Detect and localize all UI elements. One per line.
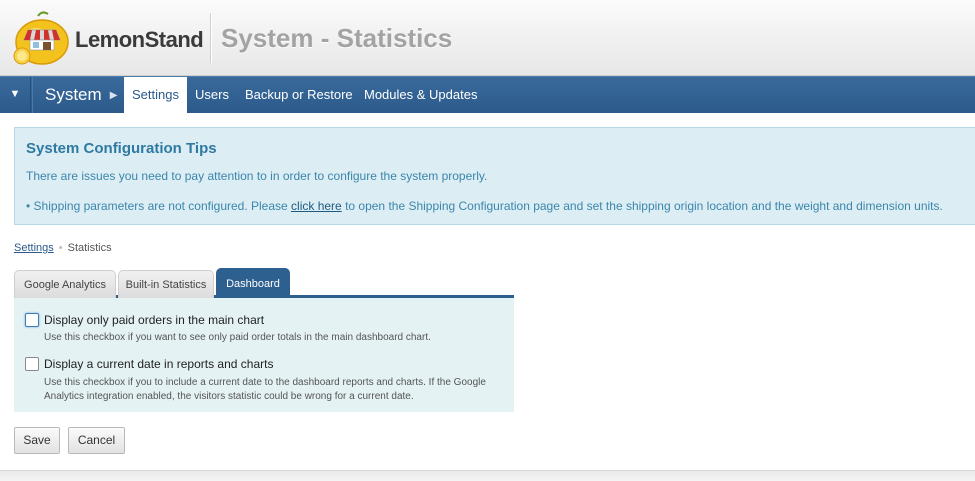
logo-text: LemonStand	[75, 27, 204, 52]
dashboard-settings-panel: Display only paid orders in the main cha…	[14, 298, 514, 412]
nav-item-modules-updates[interactable]: Modules & Updates	[364, 77, 477, 113]
nav-section-system[interactable]: System ▶	[32, 77, 129, 113]
tips-bullet-after: to open the Shipping Configuration page …	[341, 199, 943, 213]
footer-divider	[0, 470, 975, 481]
paid-orders-checkbox[interactable]	[25, 313, 39, 327]
tips-bullet: • Shipping parameters are not configured…	[26, 199, 943, 213]
tab-google-analytics[interactable]: Google Analytics	[14, 270, 116, 298]
lemon-logo-icon	[13, 11, 69, 65]
header-divider	[210, 13, 211, 63]
bullet-icon: •	[26, 199, 31, 213]
nav-item-settings[interactable]: Settings	[124, 77, 187, 114]
breadcrumb-separator: •	[58, 242, 63, 254]
save-button[interactable]: Save	[14, 427, 60, 454]
current-date-checkbox[interactable]	[25, 357, 39, 371]
app-header: LemonStand System - Statistics	[0, 0, 975, 76]
cancel-button[interactable]: Cancel	[68, 427, 125, 454]
tips-bullet-before: Shipping parameters are not configured. …	[33, 199, 292, 213]
tab-dashboard[interactable]: Dashboard	[216, 268, 290, 298]
tab-built-in-statistics[interactable]: Built-in Statistics	[118, 270, 214, 298]
page-title: System - Statistics	[221, 23, 453, 53]
current-date-hint: Use this checkbox if you to include a cu…	[44, 377, 486, 402]
statistics-tabs: Google Analytics Built-in Statistics Das…	[14, 268, 514, 298]
breadcrumb: Settings • Statistics	[14, 242, 112, 254]
nav-section-label: System	[45, 85, 102, 104]
current-date-label[interactable]: Display a current date in reports and ch…	[44, 357, 273, 371]
breadcrumb-settings-link[interactable]: Settings	[14, 242, 54, 254]
lemonstand-logo[interactable]: LemonStand	[12, 8, 204, 68]
triangle-down-icon: ▼	[9, 88, 21, 100]
paid-orders-label[interactable]: Display only paid orders in the main cha…	[44, 313, 264, 327]
breadcrumb-current: Statistics	[67, 242, 112, 254]
arrow-right-icon: ▶	[109, 90, 118, 101]
nav-menu-toggle[interactable]: ▼	[0, 77, 31, 113]
tips-title: System Configuration Tips	[26, 140, 217, 157]
paid-orders-hint: Use this checkbox if you want to see onl…	[44, 332, 431, 343]
nav-item-backup-restore[interactable]: Backup or Restore	[245, 77, 353, 113]
shipping-config-link[interactable]: click here	[291, 199, 342, 213]
system-configuration-tips: System Configuration Tips There are issu…	[14, 127, 975, 225]
nav-item-users[interactable]: Users	[195, 77, 229, 113]
tips-text: There are issues you need to pay attenti…	[26, 169, 488, 183]
main-nav: ▼ System ▶ Settings Users Backup or Resto…	[0, 76, 975, 114]
